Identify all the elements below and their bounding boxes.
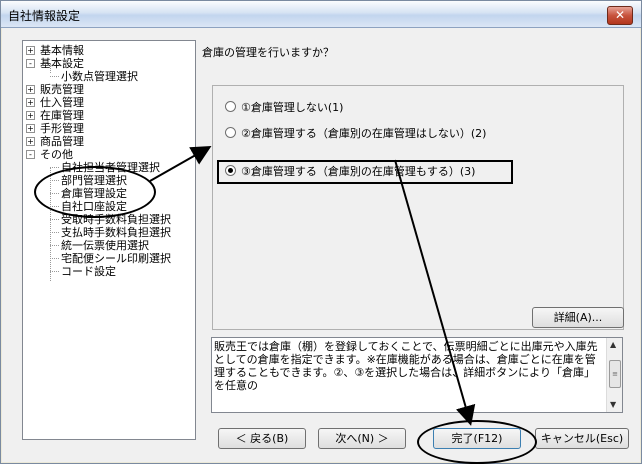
arrow-to-option [149,146,212,182]
annotation-arrows [149,146,476,426]
arrow-to-finish [394,159,476,426]
